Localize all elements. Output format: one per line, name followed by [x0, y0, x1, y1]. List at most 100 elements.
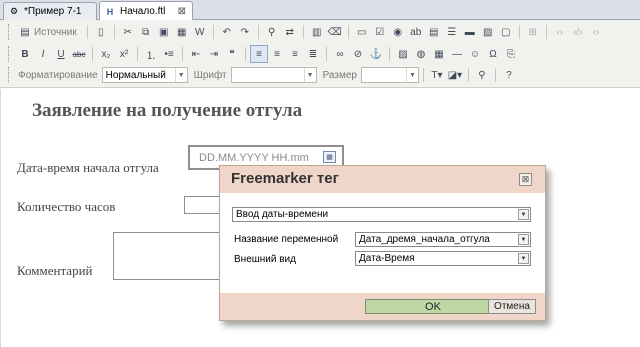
hours-label: Количество часов [17, 199, 116, 214]
chevron-down-icon: ▼ [518, 234, 529, 245]
comment-label: Комментарий [17, 263, 93, 278]
cancel-button[interactable]: Отмена [488, 299, 536, 314]
smiley-icon[interactable]: ☺ [466, 45, 484, 63]
dialog-header[interactable]: Freemarker тег ⊠ [220, 166, 545, 193]
toolbar-grip [8, 67, 11, 83]
chevron-down-icon: ▼ [518, 253, 529, 264]
html-file-icon: H [106, 6, 114, 17]
help-icon[interactable]: ? [500, 66, 518, 84]
toolbar-grip [8, 46, 11, 62]
textfield-icon[interactable]: ab [407, 23, 425, 41]
size-select[interactable]: ▼ [360, 67, 419, 83]
image-button-icon[interactable]: ▨ [479, 23, 497, 41]
horizontal-rule-icon[interactable]: — [448, 45, 466, 63]
tag-type-select[interactable]: Ввод даты-времени ▼ [232, 207, 531, 222]
dialog-title: Freemarker тег [231, 170, 339, 187]
source-button[interactable]: Источник [34, 27, 77, 38]
tab-primer[interactable]: ⚙ *Пример 7-1 [3, 2, 97, 20]
tag-close-icon[interactable]: ‹/› [569, 23, 587, 41]
source-icon: ▤ [20, 26, 30, 38]
editor-toolbar: ▤ Источник ▯ ✂ ⧉ ▣ ▦ W ↶ ↷ ⚲ ⇄ ▥ ⌫ ▭ ☑ ◉… [0, 20, 640, 88]
appearance-select[interactable]: Дата-Время ▼ [355, 251, 531, 266]
bulleted-list-icon[interactable]: •≡ [160, 45, 178, 63]
select-field-icon[interactable]: ☰ [443, 23, 461, 41]
freemarker-tag-dialog: Freemarker тег ⊠ Ввод даты-времени ▼ Наз… [219, 165, 546, 321]
image-icon[interactable]: ▨ [394, 45, 412, 63]
copy-icon[interactable]: ⧉ [137, 23, 155, 41]
dialog-footer: OK Отмена [220, 293, 545, 320]
blockquote-icon[interactable]: ❝ [223, 45, 241, 63]
subscript-icon[interactable]: x₂ [97, 45, 115, 63]
link-icon[interactable]: ∞ [331, 45, 349, 63]
page-break-icon[interactable]: ⎘ [502, 45, 520, 63]
bold-icon[interactable]: B [16, 45, 34, 63]
form-icon[interactable]: ▭ [353, 23, 371, 41]
radio-icon[interactable]: ◉ [389, 23, 407, 41]
freemarker-tag-icon[interactable]: ⊞ [524, 23, 542, 41]
toolbar-row-1: ▤ Источник ▯ ✂ ⧉ ▣ ▦ W ↶ ↷ ⚲ ⇄ ▥ ⌫ ▭ ☑ ◉… [0, 21, 640, 43]
paste-text-icon[interactable]: ▦ [173, 23, 191, 41]
select-all-icon[interactable]: ▥ [308, 23, 326, 41]
size-label: Размер [322, 69, 357, 81]
table-icon[interactable]: ▦ [430, 45, 448, 63]
chevron-down-icon: ▼ [303, 68, 316, 82]
italic-icon[interactable]: I [34, 45, 52, 63]
chevron-down-icon: ▼ [518, 209, 529, 220]
editor-tab-strip: ⚙ *Пример 7-1 H Начало.ftl ⊠ [0, 0, 640, 21]
redo-icon[interactable]: ↷ [236, 23, 254, 41]
numbered-list-icon[interactable]: ⒈ [142, 45, 160, 63]
button-field-icon[interactable]: ▬ [461, 23, 479, 41]
replace-icon[interactable]: ⇄ [281, 23, 299, 41]
close-icon[interactable]: ⊠ [519, 173, 532, 186]
paste-icon[interactable]: ▣ [155, 23, 173, 41]
align-left-icon[interactable]: ≡ [250, 45, 268, 63]
format-select[interactable]: Нормальный ▼ [101, 67, 188, 83]
preview-icon[interactable]: ⚲ [473, 66, 491, 84]
strike-icon[interactable]: abc [70, 45, 88, 63]
comment-field[interactable] [113, 232, 225, 280]
tab-label: *Пример 7-1 [24, 6, 82, 17]
ok-button[interactable]: OK [365, 299, 501, 314]
dialog-body: Ввод даты-времени ▼ Название переменной … [220, 193, 545, 293]
bg-color-icon[interactable]: ◪▾ [446, 66, 464, 84]
toolbar-row-3: Форматирование Нормальный ▼ Шрифт ▼ Разм… [0, 64, 640, 86]
cut-icon[interactable]: ✂ [119, 23, 137, 41]
remove-format-icon[interactable]: ⌫ [326, 23, 344, 41]
unlink-icon[interactable]: ⊘ [349, 45, 367, 63]
chevron-down-icon: ▼ [174, 68, 187, 82]
superscript-icon[interactable]: x² [115, 45, 133, 63]
appearance-label: Внешний вид [234, 254, 296, 265]
align-center-icon[interactable]: ≡ [268, 45, 286, 63]
textarea-icon[interactable]: ▤ [425, 23, 443, 41]
hours-field[interactable] [184, 196, 224, 214]
font-select[interactable]: ▼ [230, 67, 317, 83]
calendar-icon[interactable]: ▦ [323, 151, 336, 163]
text-color-icon[interactable]: T▾ [428, 66, 446, 84]
variable-name-label: Название переменной [234, 234, 339, 245]
align-justify-icon[interactable]: ≣ [304, 45, 322, 63]
indent-icon[interactable]: ⇥ [205, 45, 223, 63]
undo-icon[interactable]: ↶ [218, 23, 236, 41]
tag-open-icon[interactable]: ‹› [551, 23, 569, 41]
paste-word-icon[interactable]: W [191, 23, 209, 41]
new-page-icon[interactable]: ▯ [92, 23, 110, 41]
tab-nachalo[interactable]: H Начало.ftl ⊠ [99, 1, 193, 21]
chevron-down-icon: ▼ [405, 68, 418, 82]
variable-name-select[interactable]: Дата_дремя_начала_отгула ▼ [355, 232, 531, 247]
anchor-icon[interactable]: ⚓ [367, 45, 385, 63]
tag-list-icon[interactable]: ‹› [587, 23, 605, 41]
tab-label: Начало.ftl [120, 6, 166, 17]
start-datetime-label: Дата-время начала отгула [17, 160, 159, 175]
special-char-icon[interactable]: Ω [484, 45, 502, 63]
font-label: Шрифт [193, 69, 227, 81]
flash-icon[interactable]: ◍ [412, 45, 430, 63]
hidden-field-icon[interactable]: ▢ [497, 23, 515, 41]
toolbar-row-2: B I U abc x₂ x² ⒈ •≡ ⇤ ⇥ ❝ ≡ ≡ ≡ ≣ ∞ ⊘ ⚓… [0, 43, 640, 65]
find-icon[interactable]: ⚲ [263, 23, 281, 41]
outdent-icon[interactable]: ⇤ [187, 45, 205, 63]
close-tab-icon[interactable]: ⊠ [178, 6, 186, 17]
underline-icon[interactable]: U [52, 45, 70, 63]
format-label: Форматирование [18, 69, 98, 81]
checkbox-icon[interactable]: ☑ [371, 23, 389, 41]
align-right-icon[interactable]: ≡ [286, 45, 304, 63]
